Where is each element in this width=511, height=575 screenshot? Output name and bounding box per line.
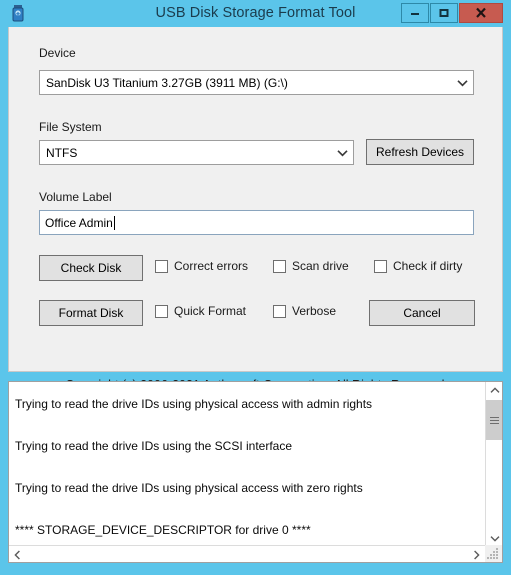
checkbox-box-icon (155, 259, 168, 273)
log-line: Trying to read the drive IDs using physi… (15, 397, 373, 411)
log-line: Trying to read the drive IDs using physi… (15, 481, 363, 495)
checkbox-verbose[interactable]: Verbose (273, 304, 336, 318)
text-cursor (113, 215, 115, 230)
minimize-button[interactable] (401, 3, 429, 23)
title-bar[interactable]: USB Disk Storage Format Tool (0, 0, 511, 26)
log-line: **** STORAGE_DEVICE_DESCRIPTOR for drive… (15, 523, 311, 537)
checkbox-verbose-label: Verbose (292, 304, 337, 318)
scroll-left-button[interactable] (9, 546, 26, 562)
log-horizontal-scrollbar[interactable] (9, 545, 502, 562)
device-label: Device (39, 46, 76, 60)
checkbox-box-icon (273, 259, 286, 273)
checkbox-box-icon (374, 259, 387, 273)
checkbox-quick-format[interactable]: Quick Format (155, 304, 246, 318)
refresh-devices-button[interactable]: Refresh Devices (366, 139, 474, 165)
checkbox-scan-drive-label: Scan drive (292, 259, 349, 273)
usb-flash-drive-icon (9, 4, 27, 22)
file-system-label: File System (39, 120, 102, 134)
chevron-up-icon (490, 387, 499, 393)
maximize-button[interactable] (430, 3, 458, 23)
maximize-icon (439, 9, 449, 17)
scroll-thumb-grip-icon (490, 415, 499, 426)
format-disk-button[interactable]: Format Disk (39, 300, 143, 326)
file-system-select[interactable]: NTFS (39, 140, 354, 165)
checkbox-quick-format-label: Quick Format (174, 304, 247, 318)
checkbox-correct-errors[interactable]: Correct errors (155, 259, 248, 273)
file-system-select-value: NTFS (46, 145, 78, 160)
cancel-button[interactable]: Cancel (369, 300, 475, 326)
check-disk-button[interactable]: Check Disk (39, 255, 143, 281)
chevron-down-icon (490, 536, 499, 542)
close-button[interactable] (459, 3, 503, 23)
log-line: Trying to read the drive IDs using the S… (15, 439, 293, 453)
log-output[interactable]: Trying to read the drive IDs using physi… (9, 382, 486, 546)
scroll-thumb[interactable] (486, 400, 502, 440)
scroll-up-button[interactable] (486, 382, 502, 399)
close-icon (476, 7, 486, 18)
client-area: Device SanDisk U3 Titanium 3.27GB (3911 … (8, 27, 503, 392)
checkbox-box-icon (273, 304, 286, 318)
log-vertical-scrollbar[interactable] (485, 382, 502, 547)
chevron-down-icon (451, 79, 473, 87)
checkbox-box-icon (155, 304, 168, 318)
volume-label-label: Volume Label (39, 190, 112, 204)
scroll-right-button[interactable] (468, 546, 485, 562)
volume-label-input[interactable]: Office Admin (39, 210, 474, 235)
device-select-value: SanDisk U3 Titanium 3.27GB (3911 MB) (G:… (46, 75, 288, 90)
checkbox-correct-errors-label: Correct errors (174, 259, 249, 273)
chevron-left-icon (14, 550, 20, 559)
checkbox-check-if-dirty[interactable]: Check if dirty (374, 259, 462, 273)
volume-label-value: Office Admin (45, 215, 113, 230)
log-panel: Trying to read the drive IDs using physi… (8, 381, 503, 563)
checkbox-check-if-dirty-label: Check if dirty (393, 259, 463, 273)
app-window: USB Disk Storage Format Tool Device SanD… (0, 0, 511, 575)
scroll-track[interactable] (26, 546, 468, 562)
checkbox-scan-drive[interactable]: Scan drive (273, 259, 349, 273)
resize-grip-icon[interactable] (485, 545, 502, 562)
chevron-down-icon (331, 149, 353, 157)
device-select[interactable]: SanDisk U3 Titanium 3.27GB (3911 MB) (G:… (39, 70, 474, 95)
chevron-right-icon (474, 550, 480, 559)
minimize-icon (411, 13, 419, 15)
